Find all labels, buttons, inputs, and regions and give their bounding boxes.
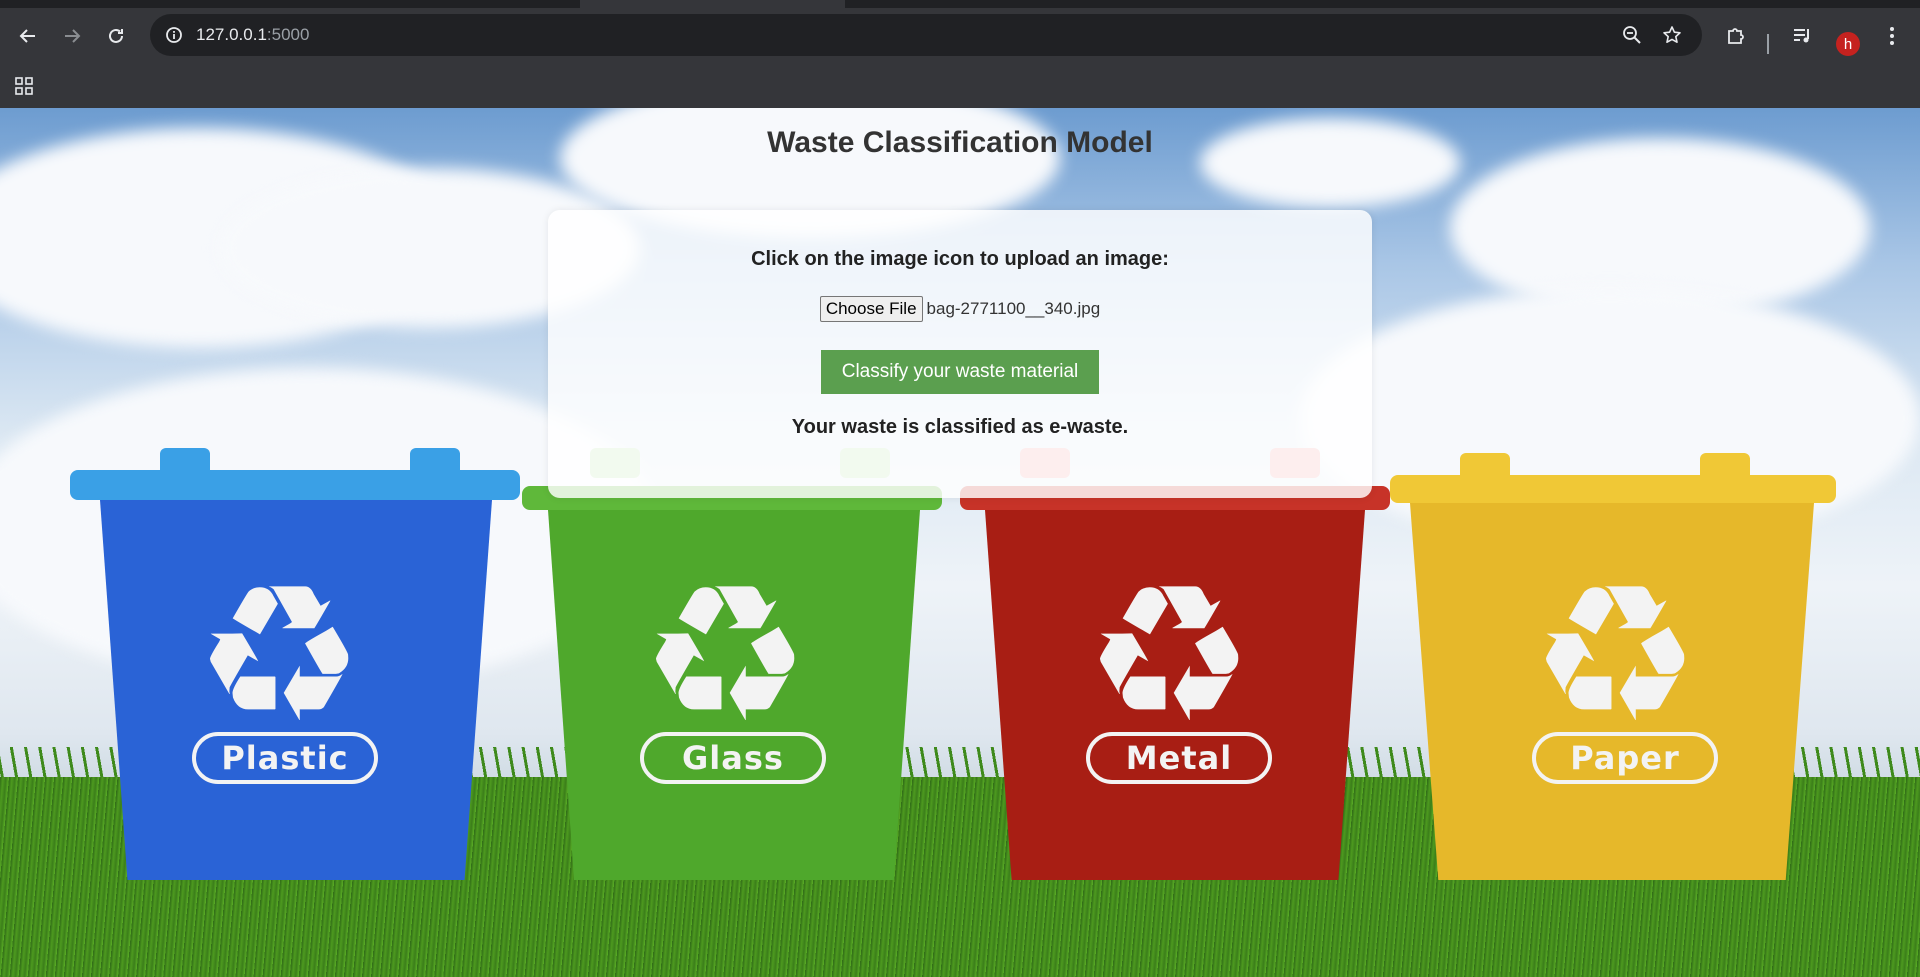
bin-label: Glass: [640, 732, 826, 784]
browser-toolbar: 127.0.0.1:5000 h: [0, 8, 1920, 64]
url-host: 127.0.0.1: [196, 25, 267, 44]
site-info-icon[interactable]: [160, 21, 188, 49]
apps-grid-icon[interactable]: [10, 72, 38, 100]
media-control-icon[interactable]: [1786, 20, 1818, 52]
bin-lid: [1390, 475, 1836, 503]
recycle-icon: ♻: [1530, 544, 1701, 765]
address-bar[interactable]: 127.0.0.1:5000: [150, 14, 1702, 56]
profile-avatar[interactable]: h: [1836, 32, 1860, 56]
zoom-icon[interactable]: [1618, 21, 1646, 49]
tab-strip: [0, 0, 1920, 8]
file-input[interactable]: Choose File bag-2771100__340.jpg: [548, 296, 1372, 322]
classify-button[interactable]: Classify your waste material: [821, 350, 1099, 394]
upload-prompt: Click on the image icon to upload an ima…: [751, 248, 1169, 270]
star-icon[interactable]: [1658, 21, 1686, 49]
url-port: :5000: [266, 25, 310, 44]
toolbar-separator: [1767, 34, 1769, 54]
bin-label: Metal: [1086, 732, 1272, 784]
active-tab[interactable]: [580, 0, 845, 8]
url-text[interactable]: 127.0.0.1:5000: [196, 25, 309, 45]
reload-icon[interactable]: [100, 20, 132, 52]
back-arrow-icon[interactable]: [12, 20, 44, 52]
choose-file-button[interactable]: Choose File: [819, 296, 923, 322]
bin-label: Plastic: [192, 732, 378, 784]
bookmarks-bar: [0, 64, 1920, 108]
classification-result: Your waste is classified as e-waste.: [791, 416, 1129, 438]
puzzle-icon[interactable]: [1720, 20, 1752, 52]
recycle-icon: ♻: [640, 544, 811, 765]
profile-initial: h: [1843, 35, 1853, 53]
bin-label: Paper: [1532, 732, 1718, 784]
selected-file-name: bag-2771100__340.jpg: [926, 299, 1101, 318]
page-viewport: ♻ Plastic ♻ Glass ♻ Metal ♻ Paper Waste …: [0, 108, 1920, 977]
recycle-icon: ♻: [194, 544, 365, 765]
forward-arrow-icon[interactable]: [56, 20, 88, 52]
bin-lid: [70, 470, 520, 500]
kebab-menu-icon[interactable]: [1876, 20, 1908, 52]
recycle-icon: ♻: [1084, 544, 1255, 765]
page-title: Waste Classification Model: [767, 126, 1153, 159]
upload-card: Click on the image icon to upload an ima…: [548, 210, 1372, 498]
